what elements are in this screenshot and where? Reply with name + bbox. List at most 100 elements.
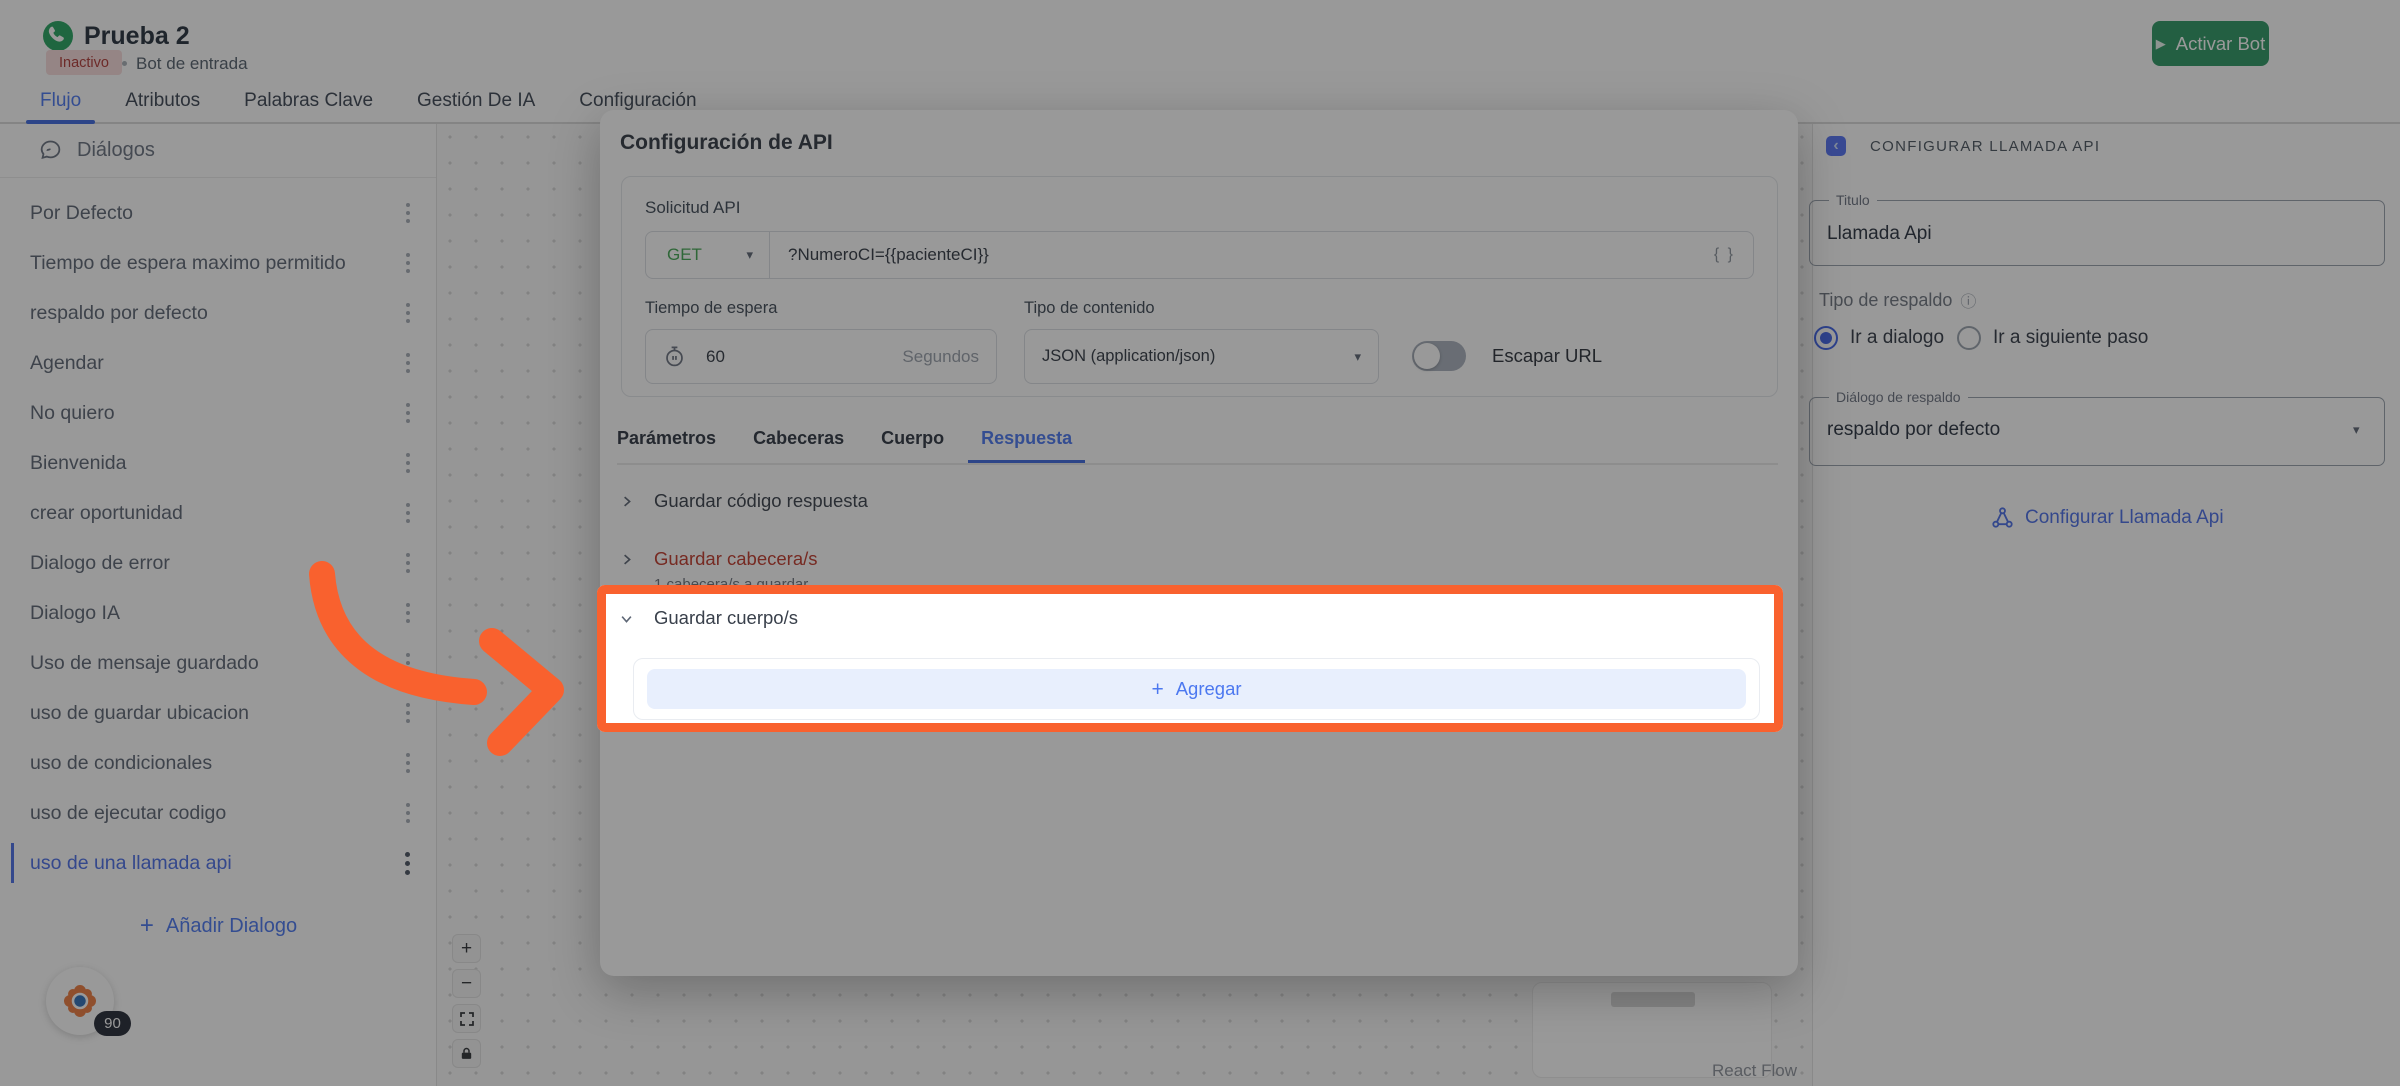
kebab-menu-icon[interactable] bbox=[402, 449, 414, 477]
react-flow-attribution: React Flow bbox=[1712, 1061, 1797, 1081]
kebab-menu-icon[interactable] bbox=[401, 848, 414, 879]
add-dialog-label: Añadir Dialogo bbox=[166, 915, 297, 938]
dialog-item[interactable]: Uso de mensaje guardado bbox=[0, 638, 436, 688]
node-title-placeholder bbox=[1611, 992, 1695, 1007]
dialogo-respaldo-value: respaldo por defecto bbox=[1827, 419, 2000, 441]
status-badge: Inactivo bbox=[46, 50, 122, 75]
lock-button[interactable] bbox=[452, 1039, 481, 1068]
kebab-menu-icon[interactable] bbox=[402, 499, 414, 527]
dialog-item[interactable]: Por Defecto bbox=[0, 188, 436, 238]
dialog-item-selected[interactable]: uso de una llamada api bbox=[0, 838, 436, 888]
kebab-menu-icon[interactable] bbox=[402, 549, 414, 577]
play-icon: ▶ bbox=[2156, 36, 2166, 52]
dialogo-respaldo-label: Diálogo de respaldo bbox=[1829, 389, 1968, 405]
chevron-down-icon: ▾ bbox=[2353, 422, 2360, 438]
fit-view-icon bbox=[459, 1011, 475, 1027]
timeout-input[interactable]: 60 Segundos bbox=[645, 329, 997, 384]
panel-title: CONFIGURAR LLAMADA API bbox=[1870, 138, 2100, 155]
fit-view-button[interactable] bbox=[452, 1004, 481, 1033]
url-input[interactable]: ?NumeroCI={{pacienteCI}} bbox=[770, 245, 1714, 265]
page-title: Prueba 2 bbox=[84, 22, 190, 51]
add-dialog-button[interactable]: + Añadir Dialogo bbox=[0, 906, 437, 946]
top-header: Prueba 2 Inactivo Bot de entrada ▶ Activ… bbox=[0, 0, 2400, 88]
tab-palabras-clave[interactable]: Palabras Clave bbox=[230, 90, 387, 122]
kebab-menu-icon[interactable] bbox=[402, 249, 414, 277]
agregar-label: Agregar bbox=[1176, 678, 1242, 700]
modal-title: Configuración de API bbox=[620, 131, 833, 155]
tab-parametros[interactable]: Parámetros bbox=[617, 428, 716, 461]
dialog-item[interactable]: crear oportunidad bbox=[0, 488, 436, 538]
panel-header: ‹ CONFIGURAR LLAMADA API bbox=[1826, 136, 2100, 156]
tab-respuesta[interactable]: Respuesta bbox=[981, 428, 1072, 461]
zoom-in-button[interactable]: + bbox=[452, 934, 481, 963]
kebab-menu-icon[interactable] bbox=[402, 649, 414, 677]
kebab-menu-icon[interactable] bbox=[402, 799, 414, 827]
chevron-down-icon bbox=[616, 608, 636, 628]
kebab-menu-icon[interactable] bbox=[402, 699, 414, 727]
timer-icon bbox=[663, 345, 686, 368]
tab-gestion-de-ia[interactable]: Gestión De IA bbox=[403, 90, 549, 122]
escape-url-control: Escapar URL bbox=[1412, 341, 1602, 371]
tab-cuerpo[interactable]: Cuerpo bbox=[881, 428, 944, 461]
timeout-label: Tiempo de espera bbox=[645, 299, 777, 318]
content-type-label: Tipo de contenido bbox=[1024, 299, 1155, 318]
configure-api-call-link[interactable]: Configurar Llamada Api bbox=[1991, 506, 2224, 529]
tab-cabeceras[interactable]: Cabeceras bbox=[753, 428, 844, 461]
radio-unselected-icon bbox=[1957, 326, 1981, 350]
dialog-item[interactable]: respaldo por defecto bbox=[0, 288, 436, 338]
accordion-guardar-cabecera[interactable]: Guardar cabecera/s bbox=[616, 548, 818, 570]
request-section-label: Solicitud API bbox=[645, 198, 740, 218]
agregar-button[interactable]: + Agregar bbox=[647, 669, 1746, 709]
content-type-value: JSON (application/json) bbox=[1042, 347, 1215, 366]
escape-url-label: Escapar URL bbox=[1492, 345, 1602, 367]
dialog-item[interactable]: uso de guardar ubicacion bbox=[0, 688, 436, 738]
dialog-item[interactable]: Dialogo IA bbox=[0, 588, 436, 638]
kebab-menu-icon[interactable] bbox=[402, 749, 414, 777]
avatar-logo-icon bbox=[62, 983, 98, 1019]
zoom-out-button[interactable]: − bbox=[452, 969, 481, 998]
tab-flujo[interactable]: Flujo bbox=[26, 90, 95, 122]
dialog-item[interactable]: uso de ejecutar codigo bbox=[0, 788, 436, 838]
accordion-guardar-codigo[interactable]: Guardar código respuesta bbox=[616, 490, 868, 512]
whatsapp-icon bbox=[42, 20, 74, 52]
radio-ir-a-dialogo[interactable]: Ir a dialogo bbox=[1814, 326, 1944, 350]
respaldo-type-label: Tipo de respaldo ⓘ bbox=[1819, 288, 1976, 312]
dialog-item[interactable]: No quiero bbox=[0, 388, 436, 438]
webhook-icon bbox=[1991, 506, 2014, 529]
bot-type-label: Bot de entrada bbox=[136, 54, 248, 74]
lock-icon bbox=[459, 1046, 474, 1061]
dialog-item[interactable]: Dialogo de error bbox=[0, 538, 436, 588]
radio-selected-icon bbox=[1814, 326, 1838, 350]
dialog-item[interactable]: uso de condicionales bbox=[0, 738, 436, 788]
method-dropdown[interactable]: GET ▾ bbox=[646, 232, 770, 278]
modal-tabs: Parámetros Cabeceras Cuerpo Respuesta bbox=[617, 428, 1778, 465]
back-icon[interactable]: ‹ bbox=[1826, 136, 1846, 156]
request-url-group: GET ▾ ?NumeroCI={{pacienteCI}} { } bbox=[645, 231, 1754, 279]
activate-bot-button[interactable]: ▶ Activar Bot bbox=[2152, 21, 2269, 66]
kebab-menu-icon[interactable] bbox=[402, 399, 414, 427]
escape-url-toggle[interactable] bbox=[1412, 341, 1466, 371]
chevron-down-icon: ▾ bbox=[746, 247, 753, 263]
dialog-item[interactable]: Bienvenida bbox=[0, 438, 436, 488]
api-config-modal: Configuración de API Solicitud API GET ▾… bbox=[600, 110, 1798, 976]
chevron-down-icon: ▾ bbox=[1354, 349, 1361, 365]
accordion-guardar-cuerpo[interactable]: Guardar cuerpo/s bbox=[616, 607, 798, 629]
canvas-controls: + − bbox=[452, 934, 481, 1068]
kebab-menu-icon[interactable] bbox=[402, 349, 414, 377]
info-icon: ⓘ bbox=[1960, 288, 1976, 312]
kebab-menu-icon[interactable] bbox=[402, 599, 414, 627]
content-type-select[interactable]: JSON (application/json) ▾ bbox=[1024, 329, 1379, 384]
timeout-value: 60 bbox=[706, 347, 882, 367]
cabecera-count-subtitle: 1 cabecera/s a guardar bbox=[654, 576, 808, 593]
variables-braces-icon[interactable]: { } bbox=[1714, 246, 1753, 264]
kebab-menu-icon[interactable] bbox=[402, 199, 414, 227]
dot-separator bbox=[122, 61, 127, 66]
request-section: Solicitud API GET ▾ ?NumeroCI={{paciente… bbox=[621, 176, 1778, 397]
dialog-item[interactable]: Agendar bbox=[0, 338, 436, 388]
tab-atributos[interactable]: Atributos bbox=[111, 90, 214, 122]
chat-bubble-icon bbox=[38, 138, 63, 163]
radio-ir-a-siguiente-paso[interactable]: Ir a siguiente paso bbox=[1957, 326, 2148, 350]
kebab-menu-icon[interactable] bbox=[402, 299, 414, 327]
dialog-item[interactable]: Tiempo de espera maximo permitido bbox=[0, 238, 436, 288]
timeout-unit: Segundos bbox=[902, 347, 979, 367]
